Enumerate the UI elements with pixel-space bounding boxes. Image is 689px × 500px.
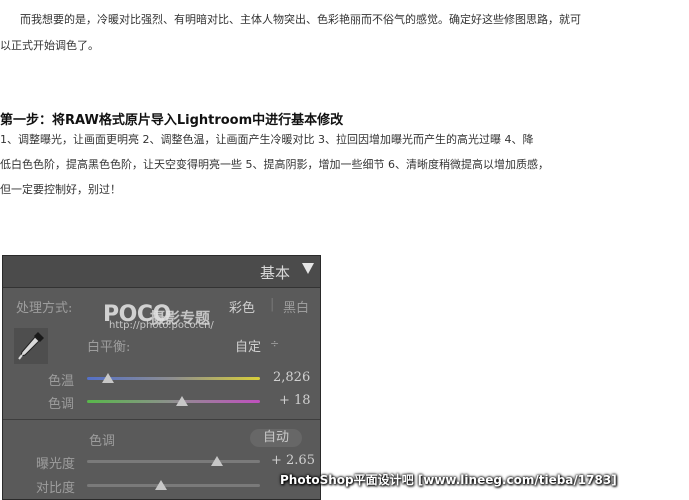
contrast-slider-track[interactable] <box>87 484 260 487</box>
tint-label: 色调 <box>48 397 75 412</box>
exposure-value[interactable]: + 2.65 <box>271 453 315 468</box>
lightroom-basic-panel: 基本 处理方式: 彩色 | 黑白 POCO 摄影专题 http://photo.… <box>2 255 321 500</box>
exposure-slider-thumb[interactable] <box>210 456 223 466</box>
contrast-slider-thumb[interactable] <box>155 480 168 490</box>
contrast-label: 对比度 <box>36 481 76 496</box>
temp-label: 色温 <box>48 374 75 389</box>
treatment-divider: | <box>270 297 275 312</box>
panel-title: 基本 <box>259 264 290 282</box>
tint-value[interactable]: + 18 <box>279 393 311 408</box>
temp-slider-thumb[interactable] <box>101 373 114 383</box>
exposure-slider-track[interactable] <box>87 460 260 463</box>
step-one-heading: 第一步：将RAW格式原片导入Lightroom中进行基本修改 <box>0 113 344 128</box>
white-balance-dropdown-icon[interactable]: ÷ <box>270 337 279 350</box>
tone-section-label: 色调 <box>89 434 116 449</box>
collapse-triangle-icon[interactable] <box>302 263 314 274</box>
white-balance-select[interactable]: 自定 <box>235 336 261 355</box>
treatment-label: 处理方式: <box>16 301 73 316</box>
temp-value[interactable]: 2,826 <box>273 370 310 385</box>
intro-paragraph-line-1: 而我想要的是，冷暖对比强烈、有明暗对比、主体人物突出、色彩艳丽而不俗气的感觉。确… <box>20 13 581 26</box>
steps-line-1: 1、调整曝光，让画面更明亮 2、调整色温，让画面产生冷暖对比 3、拉回因增加曝光… <box>0 133 534 146</box>
site-watermark: PhotoShop平面设计吧 [www.lineeg.com/tieba/178… <box>280 473 617 487</box>
auto-tone-button[interactable]: 自动 <box>250 429 302 447</box>
section-divider <box>3 419 320 420</box>
intro-paragraph-line-2: 以正式开始调色了。 <box>0 39 99 52</box>
steps-line-2: 低白色色阶，提高黑色色阶，让天空变得明亮一些 5、提高阴影，增加一些细节 6、清… <box>0 158 549 171</box>
treatment-color-option[interactable]: 彩色 <box>229 297 255 316</box>
white-balance-eyedropper-icon[interactable] <box>14 328 48 364</box>
tint-slider-track[interactable] <box>87 400 260 403</box>
treatment-bw-option[interactable]: 黑白 <box>283 297 309 316</box>
exposure-label: 曝光度 <box>36 457 76 472</box>
tint-slider-thumb[interactable] <box>176 396 189 406</box>
panel-header[interactable]: 基本 <box>3 256 320 288</box>
white-balance-label: 白平衡: <box>87 340 131 355</box>
steps-line-3: 但一定要控制好，别过！ <box>0 183 121 196</box>
poco-url-watermark: http://photo.poco.cn/ <box>109 320 214 331</box>
